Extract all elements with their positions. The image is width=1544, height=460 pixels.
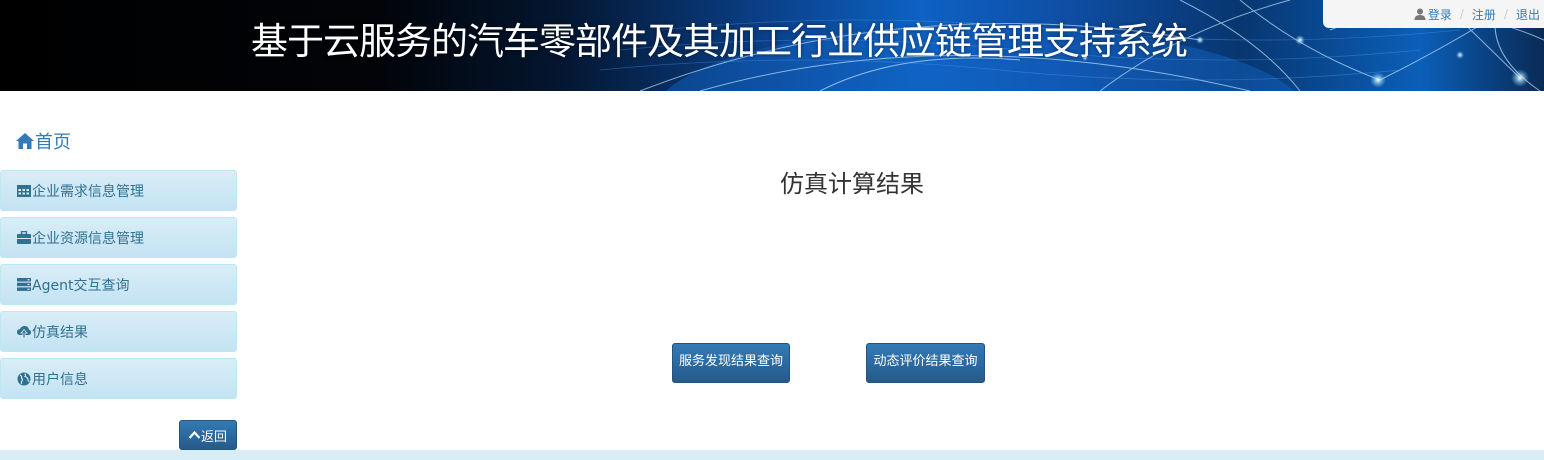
sidebar-item-resource-info[interactable]: 企业资源信息管理 [0, 217, 237, 258]
dynamic-evaluation-query-button[interactable]: 动态评价结果查询 [866, 343, 985, 383]
login-link[interactable]: 登录 [1414, 6, 1452, 23]
service-discovery-query-button[interactable]: 服务发现结果查询 [672, 343, 790, 383]
footer-strip [0, 450, 1544, 460]
sidebar-item-user-info[interactable]: 用户信息 [0, 358, 237, 399]
back-button-label: 返回 [200, 429, 227, 445]
separator: / [1459, 7, 1464, 21]
page-title: 仿真计算结果 [780, 170, 924, 198]
back-button[interactable]: 返回 [179, 420, 237, 450]
system-title: 基于云服务的汽车零部件及其加工行业供应链管理支持系统 [251, 20, 1188, 63]
briefcase-icon [17, 231, 31, 244]
server-icon [17, 278, 31, 291]
register-link[interactable]: 注册 [1472, 6, 1496, 23]
home-label: 首页 [35, 132, 71, 153]
calendar-icon [17, 185, 31, 197]
home-icon [16, 133, 34, 149]
home-link[interactable]: 首页 [16, 128, 71, 154]
separator: / [1503, 7, 1508, 21]
sidebar-item-label: Agent交互查询 [32, 277, 130, 294]
sidebar-menu: 企业需求信息管理 企业资源信息管理 Agent交互查询 仿真结果 用户信息 [0, 170, 237, 405]
chevron-up-icon [188, 431, 200, 439]
user-icon [1414, 8, 1426, 20]
sidebar-item-label: 用户信息 [32, 371, 88, 388]
login-label: 登录 [1427, 7, 1452, 22]
cloud-upload-icon [17, 326, 31, 338]
sidebar-item-label: 企业需求信息管理 [32, 183, 144, 200]
sidebar-item-label: 仿真结果 [32, 324, 88, 341]
sidebar-item-label: 企业资源信息管理 [32, 230, 144, 247]
globe-icon [17, 372, 31, 385]
header-banner: 基于云服务的汽车零部件及其加工行业供应链管理支持系统 [0, 0, 1544, 91]
logout-link[interactable]: 退出 [1516, 6, 1540, 23]
sidebar-item-demand-info[interactable]: 企业需求信息管理 [0, 170, 237, 211]
sidebar-item-agent-query[interactable]: Agent交互查询 [0, 264, 237, 305]
sidebar-item-simulation-results[interactable]: 仿真结果 [0, 311, 237, 352]
user-nav-bar: 登录 / 注册 / 退出 [1323, 0, 1544, 28]
